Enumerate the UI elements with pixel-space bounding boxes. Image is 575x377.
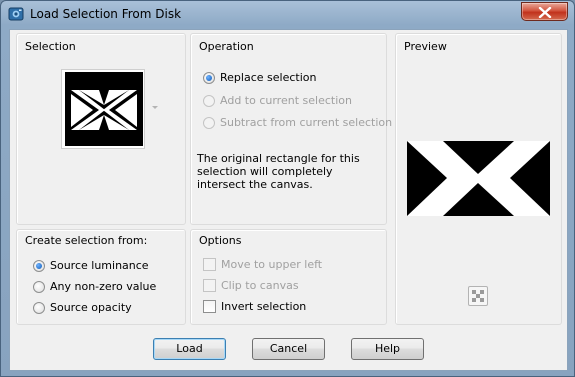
radio-button[interactable] [203,94,215,107]
checkbox-invert-selection[interactable]: Invert selection [203,300,306,313]
checkbox-label: Clip to canvas [221,279,299,292]
help-button[interactable]: Help [351,338,424,360]
title-bar[interactable]: Load Selection From Disk [1,1,574,27]
checkbox[interactable] [203,300,216,313]
checkbox-clip-to-canvas[interactable]: Clip to canvas [203,279,299,292]
selection-thumbnail[interactable] [61,69,145,149]
preview-image [407,141,550,216]
checkbox-move-to-upper-left[interactable]: Move to upper left [203,258,322,271]
radio-label: Any non-zero value [50,280,157,293]
dialog-client-area: Selection Operation Replace selection Ad… [9,29,568,371]
window-title: Load Selection From Disk [30,7,182,21]
paintshop-pro-icon [8,6,24,22]
create-selection-group: Create selection from: Source luminance … [16,229,186,325]
radio-replace-selection[interactable]: Replace selection [203,71,316,84]
operation-description: The original rectangle for this selectio… [197,152,360,191]
radio-label: Source luminance [50,259,149,272]
radio-button[interactable] [33,280,45,293]
preview-group: Preview [395,33,562,325]
options-group-title: Options [199,234,242,247]
preview-canvas [407,141,550,216]
close-x-icon [538,7,552,18]
radio-source-luminance[interactable]: Source luminance [33,259,149,272]
radio-label: Subtract from current selection [220,116,393,129]
create-group-title: Create selection from: [25,234,148,247]
radio-button[interactable] [33,301,45,314]
checkbox-label: Invert selection [221,300,307,313]
options-group: Options Move to upper left Clip to canva… [190,229,387,325]
checkbox-label: Move to upper left [221,258,323,271]
operation-group: Operation Replace selection Add to curre… [190,33,392,225]
preview-group-title: Preview [404,40,447,53]
dialog-window: Load Selection From Disk Selection Opera… [0,0,575,377]
load-button[interactable]: Load [153,338,226,360]
transparency-checker-icon[interactable] [468,286,488,306]
radio-label: Add to current selection [220,94,352,107]
radio-subtract-from-selection[interactable]: Subtract from current selection [203,116,392,129]
radio-button[interactable] [203,71,215,84]
radio-any-non-zero[interactable]: Any non-zero value [33,280,156,293]
close-button[interactable] [521,2,568,21]
selection-thumbnail-image [65,72,143,146]
selection-group-title: Selection [25,40,76,53]
radio-button[interactable] [203,116,215,129]
cancel-button[interactable]: Cancel [252,338,325,360]
radio-label: Replace selection [220,71,317,84]
radio-source-opacity[interactable]: Source opacity [33,301,132,314]
radio-label: Source opacity [50,301,132,314]
operation-group-title: Operation [199,40,254,53]
checkbox[interactable] [203,258,216,271]
radio-button[interactable] [33,259,45,272]
checkbox[interactable] [203,279,216,292]
radio-add-to-selection[interactable]: Add to current selection [203,94,352,107]
selection-group: Selection [16,33,186,225]
chevron-down-icon[interactable] [152,106,158,109]
